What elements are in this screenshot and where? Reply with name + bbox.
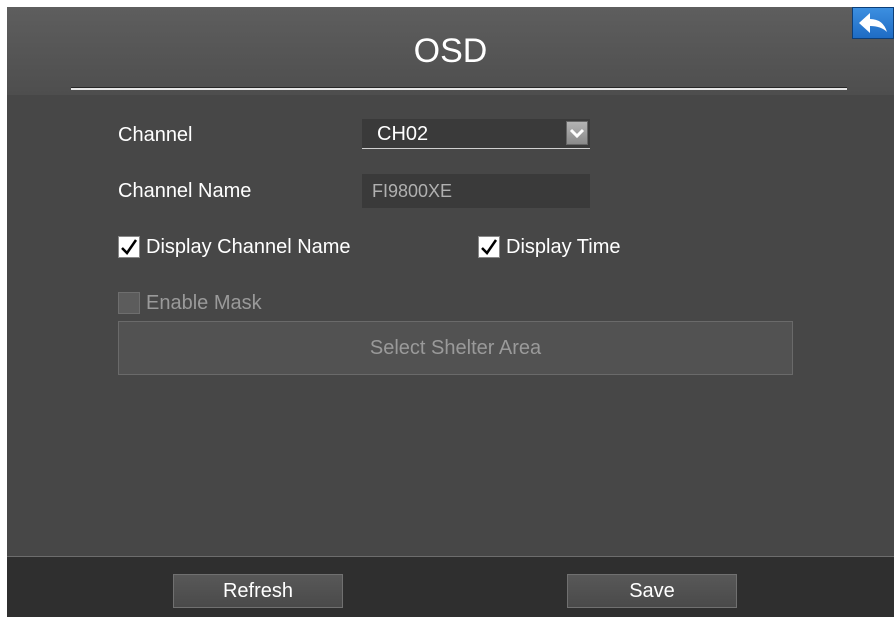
back-arrow-icon [859, 13, 887, 33]
refresh-button[interactable]: Refresh [173, 574, 343, 608]
footer-bar: Refresh Save [7, 557, 894, 617]
channel-label: Channel [118, 124, 193, 146]
title-divider [71, 87, 847, 90]
channel-select-value: CH02 [377, 123, 429, 145]
enable-mask-checkbox[interactable] [118, 292, 140, 314]
back-button[interactable] [852, 7, 894, 39]
header-bar: OSD [7, 7, 894, 95]
display-time-checkbox[interactable] [478, 236, 500, 258]
checkmark-icon [481, 239, 498, 255]
chevron-down-icon[interactable] [566, 121, 588, 145]
select-shelter-area-button[interactable]: Select Shelter Area [118, 321, 793, 375]
checkmark-icon [121, 239, 138, 255]
enable-mask-label[interactable]: Enable Mask [146, 291, 262, 315]
display-channel-name-checkbox[interactable] [118, 236, 140, 258]
save-button[interactable]: Save [567, 574, 737, 608]
osd-settings-window: OSD Channel CH02 Channel Name Display Ch… [7, 7, 894, 617]
channel-select[interactable]: CH02 [362, 119, 590, 149]
display-channel-name-label[interactable]: Display Channel Name [146, 235, 351, 259]
channel-name-field[interactable] [362, 174, 590, 208]
page-title: OSD [413, 32, 488, 70]
display-time-label[interactable]: Display Time [506, 235, 620, 259]
channel-name-label: Channel Name [118, 180, 252, 202]
